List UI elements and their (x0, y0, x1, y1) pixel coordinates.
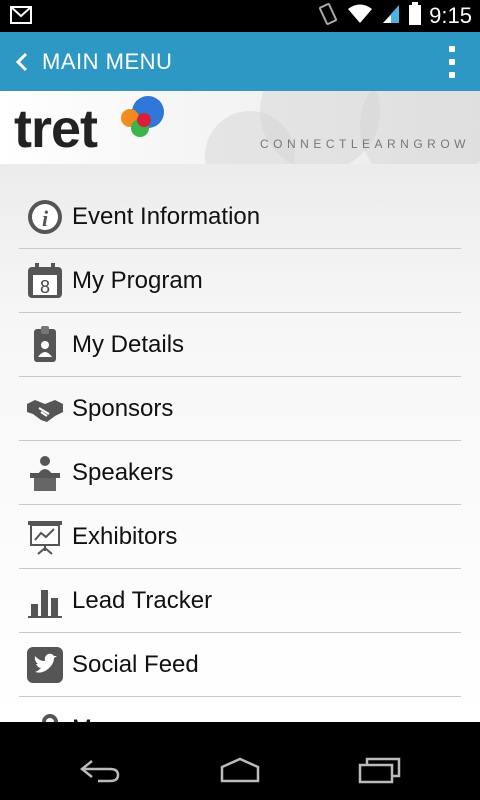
status-bar: 9:15 (0, 0, 480, 32)
menu-item-label: Exhibitors (72, 522, 178, 550)
menu-item-lead-tracker[interactable]: Lead Tracker (19, 569, 461, 633)
handshake-icon (24, 388, 66, 430)
presentation-icon (24, 516, 66, 558)
menu-item-label: My Details (72, 330, 185, 358)
menu-item-partial[interactable]: M (19, 697, 461, 722)
map-icon (24, 708, 66, 722)
menu-item-my-program[interactable]: 8 My Program (19, 249, 461, 313)
wifi-icon (347, 3, 373, 30)
menu-item-label: My Program (72, 266, 203, 294)
menu-item-event-information[interactable]: i Event Information (19, 185, 461, 249)
back-icon[interactable] (70, 750, 130, 790)
svg-text:i: i (42, 206, 49, 231)
menu-item-speakers[interactable]: Speakers (19, 441, 461, 505)
menu-item-label: Speakers (72, 458, 174, 486)
main-menu: i Event Information 8 My Program My Deta… (0, 164, 480, 722)
podium-icon (24, 452, 66, 494)
twitter-icon (24, 644, 66, 686)
info-icon: i (24, 196, 66, 238)
tagline: CONNECTLEARNGROW (259, 137, 470, 151)
badge-icon (24, 324, 66, 366)
menu-item-my-details[interactable]: My Details (19, 313, 461, 377)
status-time: 9:15 (429, 3, 472, 28)
logo-dots-icon (121, 96, 164, 137)
vibrate-icon (317, 2, 339, 31)
overflow-menu-button[interactable] (446, 46, 458, 78)
home-icon[interactable] (210, 750, 270, 790)
menu-item-label: Social Feed (72, 650, 199, 678)
navigation-bar (0, 740, 480, 800)
menu-item-sponsors[interactable]: Sponsors (19, 377, 461, 441)
menu-item-social-feed[interactable]: Social Feed (19, 633, 461, 697)
back-button[interactable] (4, 32, 40, 91)
menu-item-label: M (72, 715, 92, 723)
gmail-icon (10, 6, 32, 29)
calendar-icon: 8 (24, 260, 66, 302)
svg-text:8: 8 (40, 277, 50, 297)
menu-item-exhibitors[interactable]: Exhibitors (19, 505, 461, 569)
menu-item-label: Event Information (72, 202, 261, 230)
menu-item-label: Sponsors (72, 394, 174, 422)
event-banner: tret CONNECTLEARNGROW (0, 91, 480, 164)
page-title: MAIN MENU (42, 48, 173, 74)
signal-icon (381, 3, 401, 30)
tret-logo: tret (14, 99, 98, 159)
action-bar: MAIN MENU (0, 32, 480, 91)
menu-item-label: Lead Tracker (72, 586, 213, 614)
battery-icon (409, 1, 422, 31)
recents-icon[interactable] (350, 750, 410, 790)
bar-chart-icon (24, 580, 66, 622)
chevron-left-icon (15, 52, 28, 71)
